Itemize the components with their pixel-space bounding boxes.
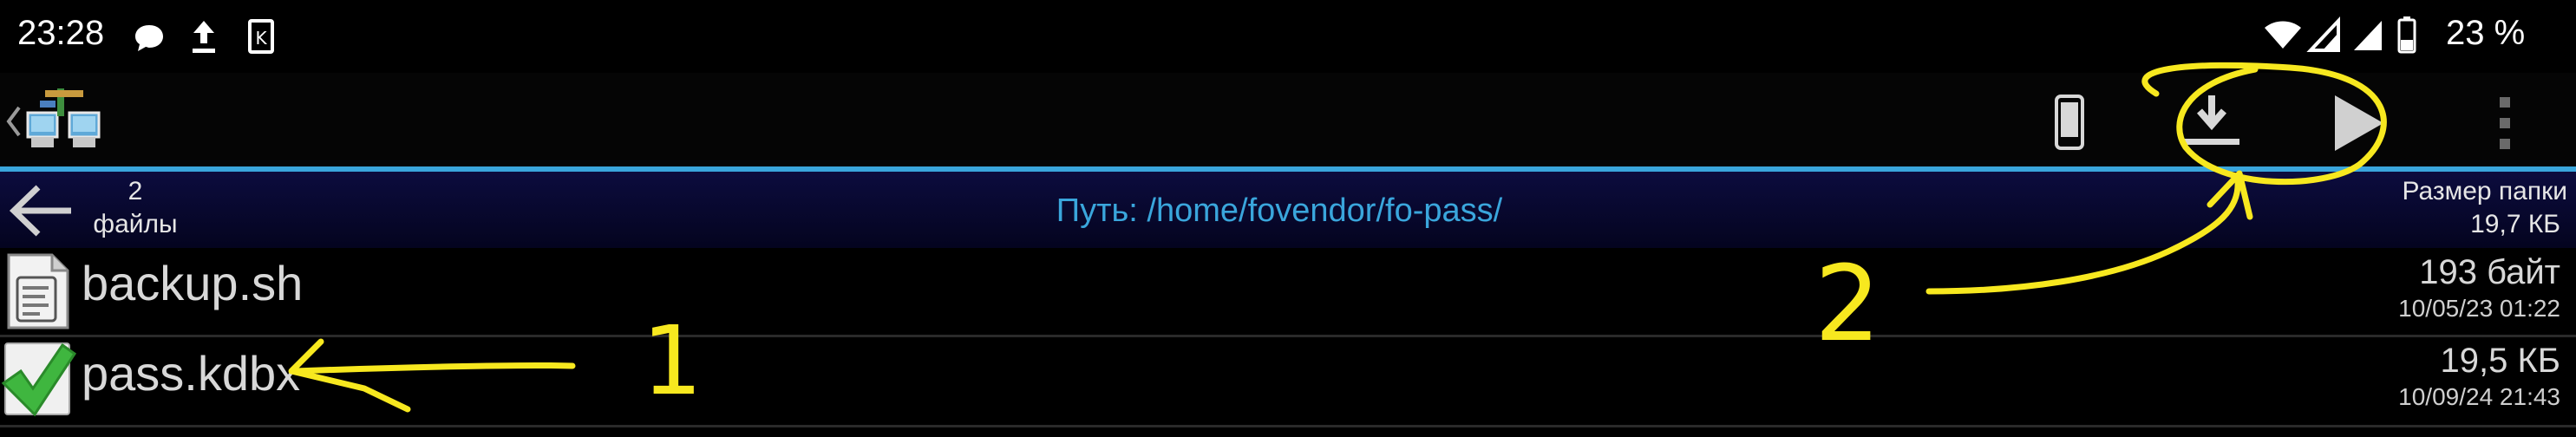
- annotation-label-2: 2: [1814, 245, 1881, 365]
- annotation-circle: [288, 62, 2387, 413]
- annotation-label-1: 1: [642, 305, 703, 416]
